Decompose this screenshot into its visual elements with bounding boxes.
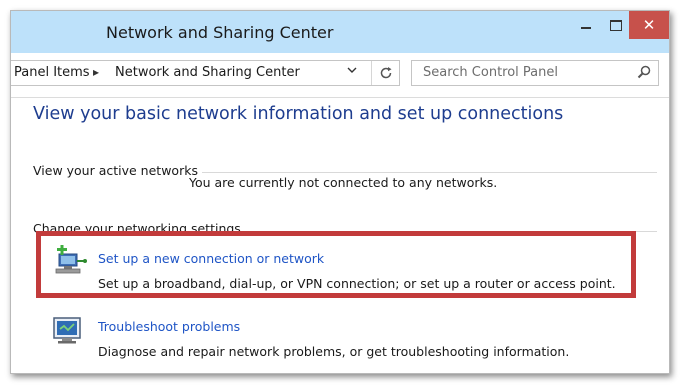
close-icon: ✕ (642, 16, 656, 34)
minimize-icon (581, 27, 591, 29)
troubleshoot-description: Diagnose and repair network problems, or… (98, 344, 570, 359)
minimize-button[interactable] (569, 11, 603, 39)
search-icon[interactable] (636, 64, 652, 80)
new-connection-icon (55, 245, 87, 274)
title-bar[interactable]: Network and Sharing Center ✕ (11, 11, 669, 53)
refresh-icon (380, 67, 391, 79)
main-content: View your basic network information and … (11, 97, 669, 373)
refresh-button[interactable] (371, 61, 399, 85)
breadcrumb-separator-icon[interactable]: ▸ (93, 65, 99, 79)
search-placeholder[interactable]: Search Control Panel (423, 65, 558, 80)
breadcrumb-panel-items[interactable]: Panel Items (14, 65, 90, 80)
connection-status-text: You are currently not connected to any n… (189, 175, 498, 190)
troubleshoot-icon (53, 317, 81, 344)
troubleshoot-link[interactable]: Troubleshoot problems (98, 319, 240, 334)
search-box[interactable]: Search Control Panel (411, 60, 659, 86)
window-title: Network and Sharing Center (106, 23, 334, 42)
page-title: View your basic network information and … (33, 104, 564, 124)
chevron-down-icon (347, 67, 357, 73)
maximize-icon (610, 19, 622, 31)
address-dropdown-button[interactable] (346, 64, 358, 79)
control-panel-window: Network and Sharing Center ✕ Panel Items… (10, 10, 670, 374)
maximize-button[interactable] (599, 11, 633, 39)
breadcrumb-network-and-sharing-center[interactable]: Network and Sharing Center (115, 65, 300, 80)
close-button[interactable]: ✕ (629, 11, 669, 39)
active-networks-label: View your active networks (33, 163, 202, 178)
new-connection-link[interactable]: Set up a new connection or network (98, 251, 324, 266)
new-connection-description: Set up a broadband, dial-up, or VPN conn… (98, 276, 616, 291)
address-bar[interactable]: Panel Items ▸ Network and Sharing Center (11, 60, 400, 86)
